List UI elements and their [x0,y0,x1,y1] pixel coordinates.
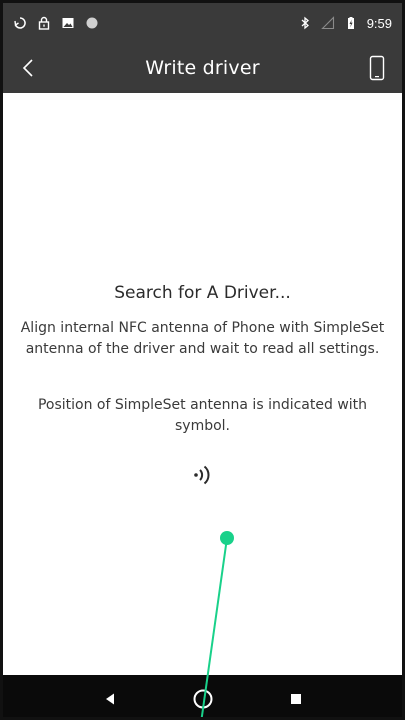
status-icons-right: 9:59 [298,16,392,31]
bluetooth-icon [301,16,309,30]
nav-back-icon [105,693,114,705]
lock-icon [38,16,50,30]
search-heading: Search for A Driver... [114,283,291,303]
antenna-position-text: Position of SimpleSet antenna is indicat… [37,397,368,434]
status-bar: 9:59 [3,3,402,43]
nav-recents-icon [290,694,301,704]
screen: 9:59 Write driver Search for A Driver...… [0,0,405,720]
chevron-left-icon [22,59,33,77]
nav-bar [3,675,402,717]
back-button[interactable] [11,51,45,85]
phone-button[interactable] [360,51,394,85]
circle-icon [86,17,98,29]
nav-back-button[interactable] [95,684,125,714]
status-time: 9:59 [366,15,392,31]
sync-icon [14,17,26,29]
battery-charging-icon [347,17,354,29]
nfc-signal-icon [193,465,210,485]
instruction-text: Align internal NFC antenna of Phone with… [20,320,385,357]
app-bar: Write driver [3,43,402,93]
nav-home-button[interactable] [188,684,218,714]
image-icon [62,18,74,28]
status-icons-left [13,16,99,30]
signal-icon [320,16,334,30]
page-title: Write driver [145,57,260,79]
main-content: Search for A Driver... Align internal NF… [3,93,402,675]
nav-home-icon [193,689,212,709]
phone-icon [369,55,385,81]
nav-recents-button[interactable] [281,684,311,714]
